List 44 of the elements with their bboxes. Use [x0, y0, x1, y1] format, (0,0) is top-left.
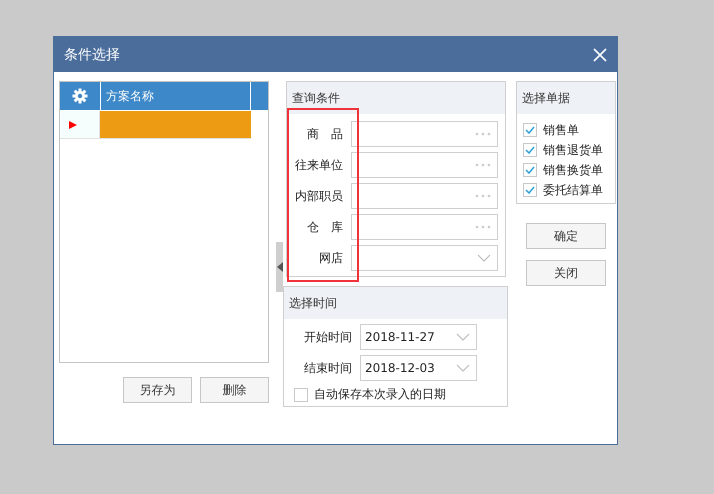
checkbox-label[interactable]: 自动保存本次录入的日期	[314, 386, 446, 403]
chevron-down-icon[interactable]	[477, 254, 491, 262]
checkbox[interactable]	[523, 123, 537, 137]
field-label: 结束时间	[303, 360, 352, 376]
date-field[interactable]: 2018-11-27	[360, 324, 477, 350]
dropdown-field[interactable]	[351, 245, 498, 271]
picker-field[interactable]	[351, 121, 498, 147]
checkbox-label[interactable]: 销售退货单	[543, 142, 603, 158]
checkbox[interactable]	[523, 143, 537, 157]
date-field[interactable]: 2018-12-03	[360, 355, 477, 381]
more-icon[interactable]	[475, 225, 491, 229]
checkbox[interactable]	[294, 388, 308, 402]
chevron-down-icon[interactable]	[456, 364, 470, 372]
more-icon[interactable]	[475, 194, 491, 198]
scheme-name-cell[interactable]	[100, 111, 251, 139]
settings-icon[interactable]	[72, 88, 88, 104]
field-label: 内部职员	[294, 188, 343, 204]
close-icon[interactable]	[593, 48, 607, 62]
picker-field[interactable]	[351, 152, 498, 178]
field-label: 网店	[318, 250, 343, 266]
delete-button[interactable]: 删除	[200, 377, 269, 403]
field-label: 商 品	[306, 126, 343, 142]
checkbox-label[interactable]: 销售单	[543, 122, 579, 138]
field-label: 开始时间	[303, 328, 352, 346]
collapse-handle[interactable]	[276, 242, 283, 292]
save-as-button[interactable]: 另存为	[123, 377, 192, 403]
picker-field[interactable]	[351, 214, 498, 240]
panel-title: 选择时间	[284, 287, 507, 319]
close-button[interactable]: 关闭	[526, 260, 606, 286]
more-icon[interactable]	[475, 163, 491, 167]
collapse-icon[interactable]	[276, 262, 282, 272]
picker-field[interactable]	[351, 183, 498, 209]
more-icon[interactable]	[475, 132, 491, 136]
checkbox[interactable]	[523, 163, 537, 177]
checkbox-label[interactable]: 委托结算单	[543, 182, 603, 198]
chevron-down-icon[interactable]	[456, 333, 470, 341]
field-label: 仓 库	[306, 218, 343, 236]
checkbox-label[interactable]: 销售换货单	[543, 162, 603, 178]
panel-title: 选择单据	[517, 82, 615, 114]
panel-title: 查询条件	[287, 82, 505, 114]
confirm-button[interactable]: 确定	[526, 223, 606, 249]
window-title: 条件选择	[64, 46, 120, 64]
field-label: 往来单位	[294, 156, 343, 174]
checkbox[interactable]	[523, 183, 537, 197]
